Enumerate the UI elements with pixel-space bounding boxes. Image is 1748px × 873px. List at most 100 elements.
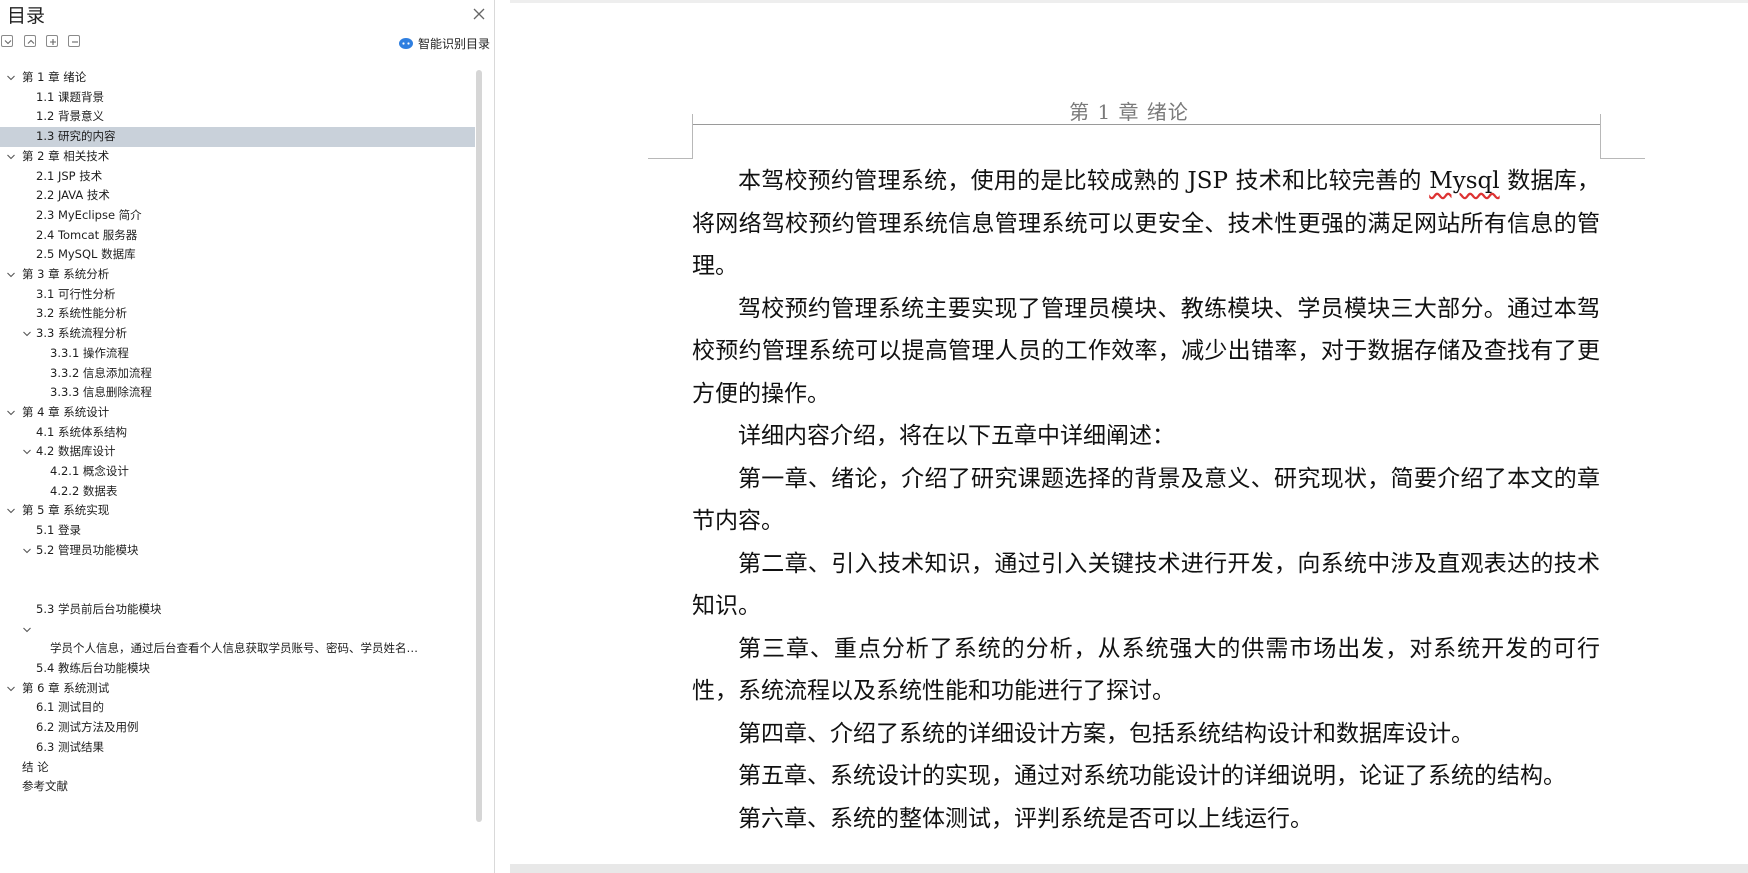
corner-mark-right: [1600, 114, 1601, 159]
toc-item[interactable]: 4.2.2 数据表: [0, 482, 475, 502]
toc-item[interactable]: 1.3 研究的内容: [0, 127, 475, 147]
document-paragraph: 详细内容介绍，将在以下五章中详细阐述：: [738, 423, 1175, 449]
toc-item[interactable]: 3.3 系统流程分析: [0, 324, 475, 344]
toc-item-label: 4.2 数据库设计: [36, 444, 116, 459]
document-paragraph: 第二章、引入技术知识，通过引入关键技术进行开发，向系统中涉及直观表达的技术知识。: [692, 550, 1600, 620]
toc-item[interactable]: 第 6 章 系统测试: [0, 679, 475, 699]
chevron-down-icon[interactable]: [6, 408, 16, 418]
ai-cloud-icon: [399, 38, 413, 49]
toc-item-label: 4.2.1 概念设计: [50, 464, 129, 478]
toc-item[interactable]: 学员个人信息，通过后台查看个人信息获取学员账号、密码、学员姓名、性别、年龄、手机: [0, 639, 475, 659]
document-paragraph: 第四章、介绍了系统的详细设计方案，包括系统结构设计和数据库设计。: [738, 720, 1474, 747]
chevron-down-icon[interactable]: [6, 73, 16, 83]
toc-item[interactable]: [0, 580, 475, 600]
toc-item-label: 1.3 研究的内容: [36, 129, 116, 144]
toc-item-label: 2.2 JAVA 技术: [36, 188, 110, 203]
toc-item[interactable]: 参考文献: [0, 777, 475, 797]
toc-item[interactable]: 6.2 测试方法及用例: [0, 718, 475, 738]
toc-item[interactable]: 4.2.1 概念设计: [0, 462, 475, 482]
toc-item-label: 4.1 系统体系结构: [36, 424, 127, 439]
toc-item[interactable]: 1.2 背景意义: [0, 107, 475, 127]
document-paragraph: 第三章、重点分析了系统的分析，从系统强大的供需市场出发，对系统开发的可行性，系统…: [692, 635, 1600, 705]
toc-item-label: 3.3.3 信息删除流程: [50, 385, 152, 400]
toc-item-label: 3.3.2 信息添加流程: [50, 365, 152, 380]
toc-item[interactable]: 5.1 登录: [0, 521, 475, 541]
toc-item[interactable]: 第 2 章 相关技术: [0, 147, 475, 167]
toc-item-label: 1.1 课题背景: [36, 89, 104, 104]
toc-item-label: 学员个人信息，通过后台查看个人信息获取学员账号、密码、学员姓名、性别、年龄、手机: [50, 641, 418, 656]
toc-item[interactable]: 3.3.1 操作流程: [0, 344, 475, 364]
chevron-down-icon[interactable]: [22, 329, 32, 339]
chevron-down-icon[interactable]: [6, 684, 16, 694]
plus-icon: [50, 39, 56, 45]
add-item-button[interactable]: [46, 35, 58, 47]
toc-item-label: 第 2 章 相关技术: [22, 148, 110, 163]
chevron-down-icon[interactable]: [22, 546, 32, 556]
page-header-text: 第 1 章 绪论: [1069, 100, 1189, 124]
expand-all-button[interactable]: [1, 35, 13, 47]
toc-item-label: 2.5 MySQL 数据库: [36, 247, 136, 262]
toc-item-label: 5.1 登录: [36, 523, 81, 538]
toc-item-label: 第 1 章 绪论: [22, 70, 87, 84]
document-body[interactable]: 本驾校预约管理系统，使用的是比较成熟的 JSP 技术和比较完善的 Mysql 数…: [692, 160, 1600, 840]
toc-item-label: 6.2 测试方法及用例: [36, 720, 139, 735]
smart-toc-button[interactable]: 智能识别目录: [398, 34, 490, 52]
toc-item[interactable]: 5.4 教练后台功能模块: [0, 659, 475, 679]
document-paragraph: 本驾校预约管理系统，使用的是比较成熟的 JSP 技术和比较完善的 Mysql 数…: [692, 168, 1600, 279]
toc-item-label: 2.3 MyEclipse 简介: [36, 207, 142, 222]
toc-item-label: 5.2 管理员功能模块: [36, 542, 139, 557]
horizontal-scrollbar[interactable]: [510, 864, 1748, 873]
sidebar-title: 目录: [7, 5, 46, 27]
toc-item[interactable]: 2.2 JAVA 技术: [0, 186, 475, 206]
toc-item[interactable]: 4.2 数据库设计: [0, 442, 475, 462]
toc-item[interactable]: 2.3 MyEclipse 简介: [0, 206, 475, 226]
app-window: 目录 智能识别目录 第 1 章 绪论 1.1 课题背景 1.2 背景意义 1.3…: [0, 0, 1748, 873]
remove-item-button[interactable]: [68, 35, 80, 47]
close-button[interactable]: [471, 6, 487, 22]
document-paragraph: 第五章、系统设计的实现，通过对系统功能设计的详细说明，论证了系统的结构。: [738, 763, 1566, 789]
chevron-down-icon[interactable]: [22, 625, 32, 635]
toc-item-label: 第 6 章 系统测试: [22, 680, 110, 695]
toc-item[interactable]: 2.4 Tomcat 服务器: [0, 226, 475, 246]
toc-item[interactable]: 3.2 系统性能分析: [0, 304, 475, 324]
toc-item[interactable]: 6.1 测试目的: [0, 698, 475, 718]
smart-toc-label: 智能识别目录: [418, 36, 491, 51]
toc-item[interactable]: 5.3 学员前后台功能模块: [0, 600, 475, 620]
close-icon: [473, 8, 485, 20]
toc-item-label: 6.1 测试目的: [36, 700, 104, 715]
spellcheck-underlined-word: Mysql: [1429, 168, 1500, 194]
toc-item-label: 2.1 JSP 技术: [36, 168, 103, 183]
toc-item[interactable]: 2.1 JSP 技术: [0, 167, 475, 187]
toc-item-label: 3.3 系统流程分析: [36, 326, 127, 341]
document-paragraph: 第一章、绪论，介绍了研究课题选择的背景及意义、研究现状，简要介绍了本文的章节内容…: [692, 465, 1600, 535]
chevron-down-icon[interactable]: [6, 506, 16, 516]
toc-item[interactable]: 第 1 章 绪论: [0, 68, 475, 88]
toc-item[interactable]: [0, 620, 475, 640]
header-rule: [692, 124, 1600, 125]
toc-item[interactable]: [0, 561, 475, 581]
toc-item[interactable]: 第 4 章 系统设计: [0, 403, 475, 423]
toc-item-label: 3.3.1 操作流程: [50, 345, 129, 360]
chevron-down-icon[interactable]: [6, 152, 16, 162]
chevron-down-icon[interactable]: [6, 270, 16, 280]
toc-item[interactable]: 第 5 章 系统实现: [0, 501, 475, 521]
toc-item[interactable]: 结 论: [0, 758, 475, 778]
toc-scrollbar-thumb[interactable]: [476, 70, 482, 822]
toc-item[interactable]: 2.5 MySQL 数据库: [0, 245, 475, 265]
toc-item-label: 第 5 章 系统实现: [22, 503, 110, 518]
chevron-down-icon[interactable]: [22, 447, 32, 457]
toc-item[interactable]: 1.1 课题背景: [0, 88, 475, 108]
document-paragraph: 驾校预约管理系统主要实现了管理员模块、教练模块、学员模块三大部分。通过本驾校预约…: [692, 295, 1600, 407]
toc-item[interactable]: 3.1 可行性分析: [0, 285, 475, 305]
toc-item-label: 参考文献: [22, 779, 68, 794]
toc-item[interactable]: 4.1 系统体系结构: [0, 423, 475, 443]
toc-item-label: 2.4 Tomcat 服务器: [36, 227, 138, 242]
collapse-all-button[interactable]: [24, 35, 36, 47]
toc-item[interactable]: 3.3.2 信息添加流程: [0, 364, 475, 384]
toc-item[interactable]: 3.3.3 信息删除流程: [0, 383, 475, 403]
toc-item[interactable]: 6.3 测试结果: [0, 738, 475, 758]
toc-item-label: 3.2 系统性能分析: [36, 306, 127, 321]
toc-sidebar: 目录 智能识别目录 第 1 章 绪论 1.1 课题背景 1.2 背景意义 1.3…: [0, 0, 495, 873]
toc-item[interactable]: 第 3 章 系统分析: [0, 265, 475, 285]
toc-item[interactable]: 5.2 管理员功能模块: [0, 541, 475, 561]
